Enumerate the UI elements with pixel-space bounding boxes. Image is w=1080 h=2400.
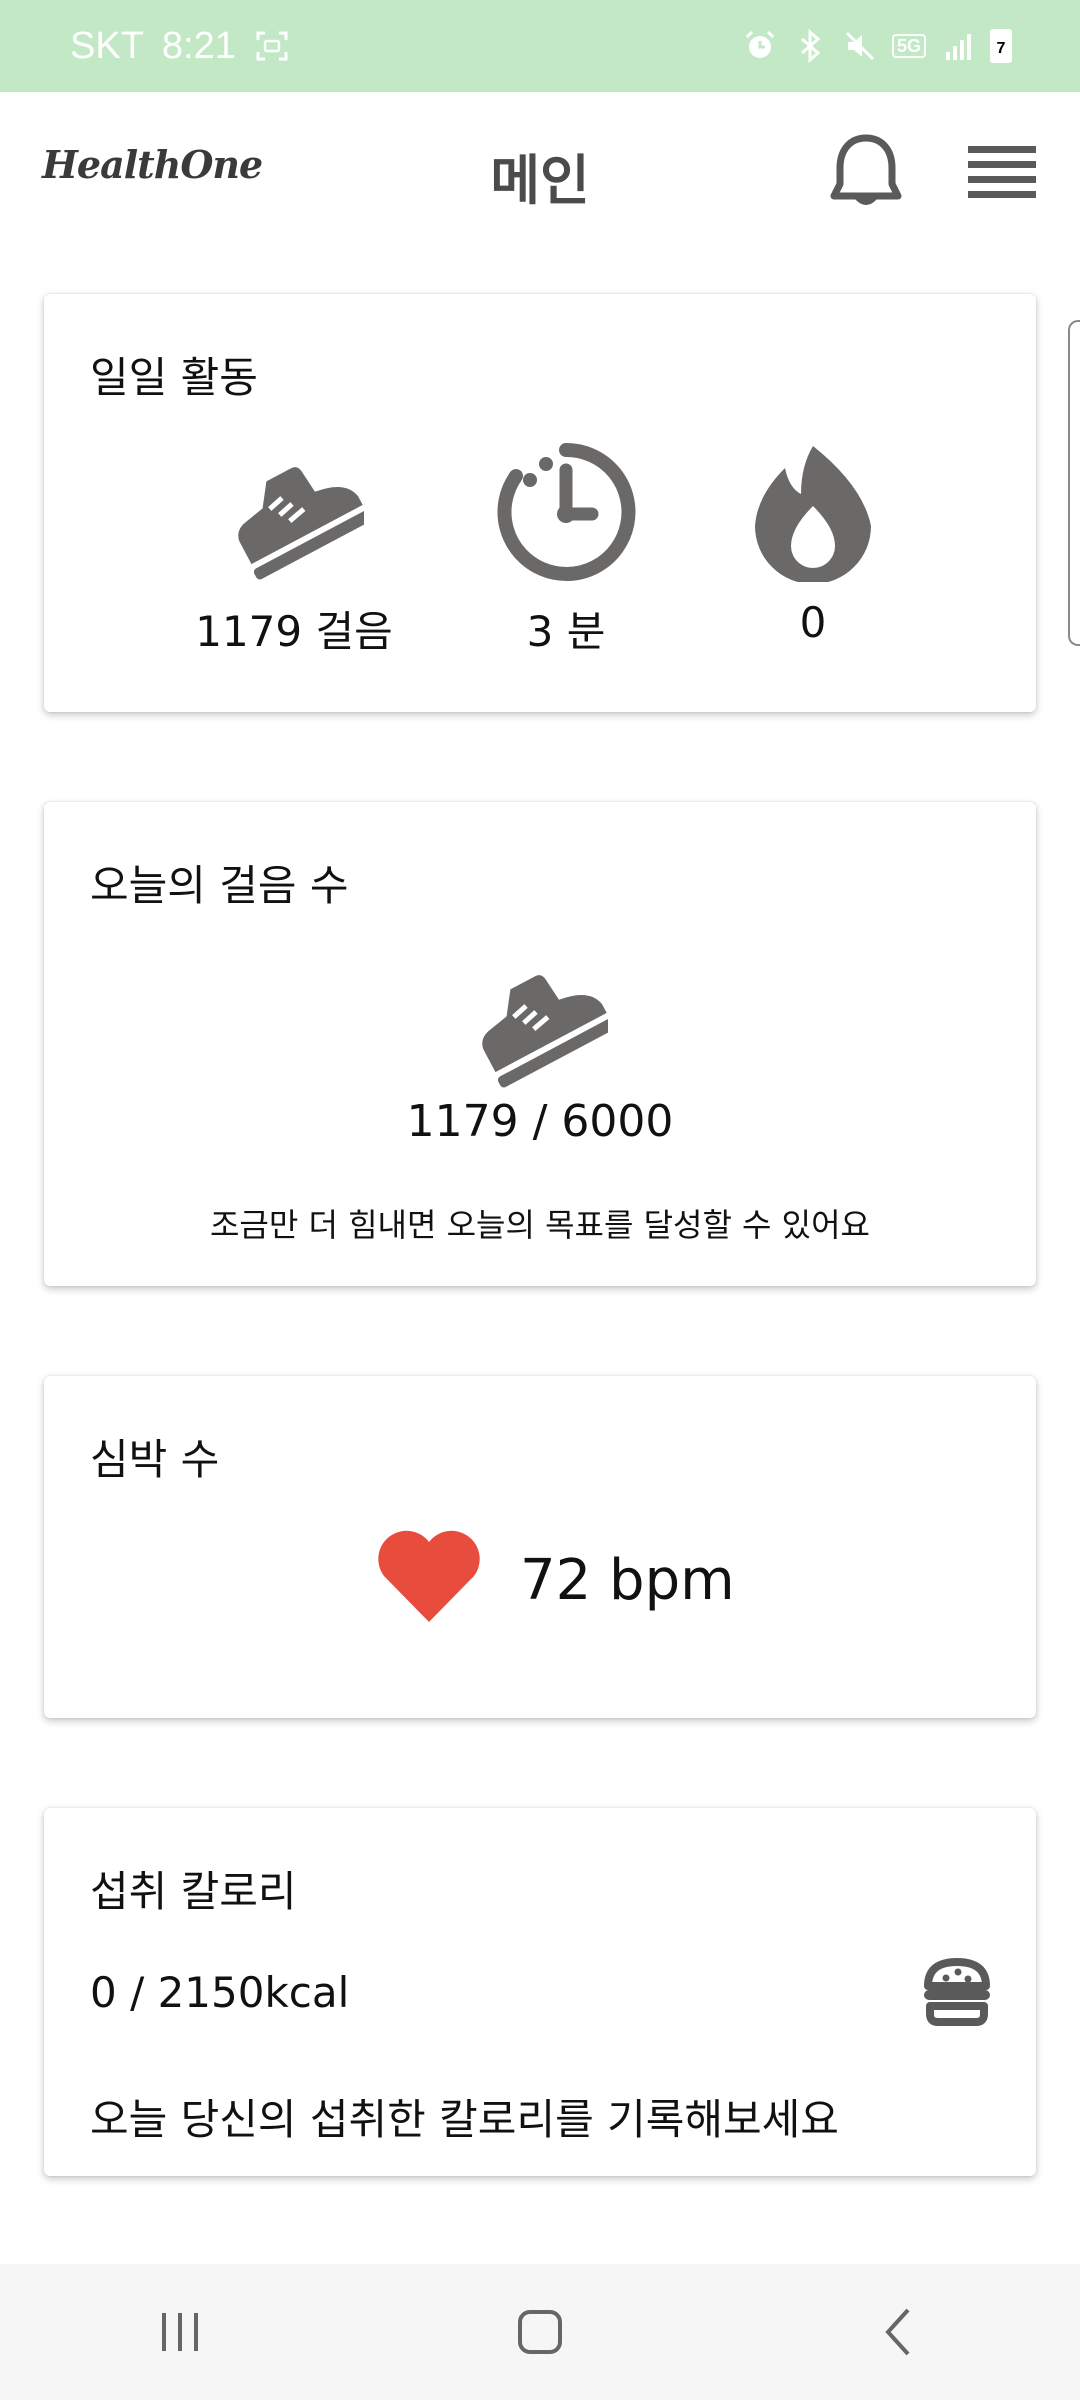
page-title: 메인 (490, 149, 590, 212)
steps-encouragement-message: 조금만 더 힘내면 오늘의 목표를 달성할 수 있어요 (209, 1206, 870, 1244)
system-navigation-bar (0, 2264, 1080, 2400)
daily-activity-card[interactable]: 일일 활동 1179 걸음 3 분 0 (44, 294, 1036, 712)
home-icon (518, 2310, 562, 2354)
heart-rate-card[interactable]: 심박 수 72 bpm (44, 1376, 1036, 1718)
alarm-icon (745, 30, 775, 58)
intake-calories-message: 오늘 당신의 섭취한 칼로리를 기록해보세요 (90, 2095, 839, 2144)
recent-apps-button[interactable] (100, 2282, 260, 2382)
add-food-button[interactable] (922, 1956, 992, 2028)
notifications-button[interactable] (828, 132, 904, 212)
hamburger-menu-icon (968, 146, 1036, 198)
today-steps-card[interactable]: 오늘의 걸음 수 1179 / 6000 조금만 더 힘내면 오늘의 목표를 달… (44, 802, 1036, 1286)
heart-icon (378, 1530, 480, 1622)
timer-icon (497, 442, 636, 581)
mute-icon (845, 31, 875, 61)
sneaker-icon (482, 975, 608, 1088)
app-bar: HealthOne 메인 (0, 92, 1080, 252)
battery-icon: 7 (990, 29, 1012, 63)
burger-icon (924, 1958, 990, 2026)
recent-apps-icon (162, 2313, 198, 2351)
edge-panel-handle[interactable] (1068, 320, 1080, 646)
status-bar-left: SKT 8:21 (70, 25, 290, 68)
menu-button[interactable] (966, 144, 1038, 200)
daily-steps-value: 1179 걸음 (195, 607, 393, 656)
intake-calories-title: 섭취 칼로리 (90, 1867, 297, 1916)
daily-activity-title: 일일 활동 (90, 353, 258, 402)
status-bar: SKT 8:21 5G 7 (0, 0, 1080, 92)
screenshot-icon (256, 31, 288, 61)
heart-rate-value: 72 bpm (520, 1548, 735, 1613)
intake-calories-card[interactable]: 섭취 칼로리 0 / 2150kcal 오늘 당신의 섭취한 칼로리를 기록해보… (44, 1808, 1036, 2176)
status-bar-right: 5G 7 (742, 28, 1012, 64)
activity-time: 3 분 (446, 442, 686, 659)
daily-calories-value: 0 (799, 598, 827, 647)
bluetooth-icon (800, 28, 821, 64)
clock: 8:21 (161, 24, 236, 67)
intake-calories-value: 0 / 2150kcal (90, 1968, 350, 2017)
carrier-label: SKT (70, 24, 144, 67)
activity-steps: 1179 걸음 (174, 442, 414, 659)
back-icon (885, 2308, 910, 2356)
network-badge: 5G (891, 34, 926, 58)
daily-minutes-value: 3 분 (526, 607, 606, 656)
flame-icon (755, 446, 871, 582)
activity-calories: 0 (693, 442, 933, 647)
heart-rate-title: 심박 수 (90, 1435, 220, 1484)
steps-progress-value: 1179 / 6000 (406, 1096, 674, 1147)
signal-icon (946, 34, 971, 60)
today-steps-title: 오늘의 걸음 수 (90, 861, 349, 910)
bell-icon (830, 134, 902, 205)
back-button[interactable] (820, 2282, 980, 2382)
sneaker-icon (238, 467, 364, 580)
home-button[interactable] (460, 2282, 620, 2382)
